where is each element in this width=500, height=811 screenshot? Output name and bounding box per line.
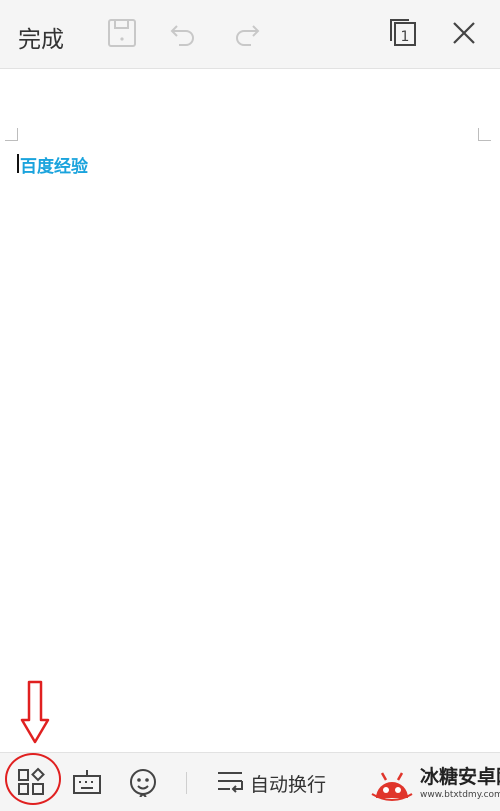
top-toolbar: 完成 1 bbox=[0, 0, 500, 69]
apps-icon[interactable] bbox=[16, 767, 46, 797]
page-view-icon[interactable]: 1 bbox=[387, 17, 419, 49]
close-icon[interactable] bbox=[448, 17, 480, 49]
redo-icon[interactable] bbox=[231, 17, 263, 49]
save-icon[interactable] bbox=[106, 17, 138, 49]
wrap-lines-icon bbox=[218, 772, 243, 793]
toolbar-divider bbox=[186, 772, 187, 794]
text-cursor bbox=[17, 154, 19, 173]
undo-icon[interactable] bbox=[167, 17, 199, 49]
document-canvas[interactable]: 百度经验 bbox=[0, 69, 500, 752]
done-button[interactable]: 完成 bbox=[18, 20, 64, 54]
emoji-icon[interactable] bbox=[128, 767, 158, 797]
auto-wrap-label: 自动换行 bbox=[250, 774, 327, 796]
bottom-toolbar: 自动换行 bbox=[0, 752, 500, 811]
page-margin-marker-left bbox=[5, 128, 18, 141]
document-text[interactable]: 百度经验 bbox=[20, 152, 88, 177]
page-indicator: 1 bbox=[401, 29, 410, 45]
page-margin-marker-right bbox=[478, 128, 491, 141]
keyboard-icon[interactable] bbox=[72, 767, 102, 797]
